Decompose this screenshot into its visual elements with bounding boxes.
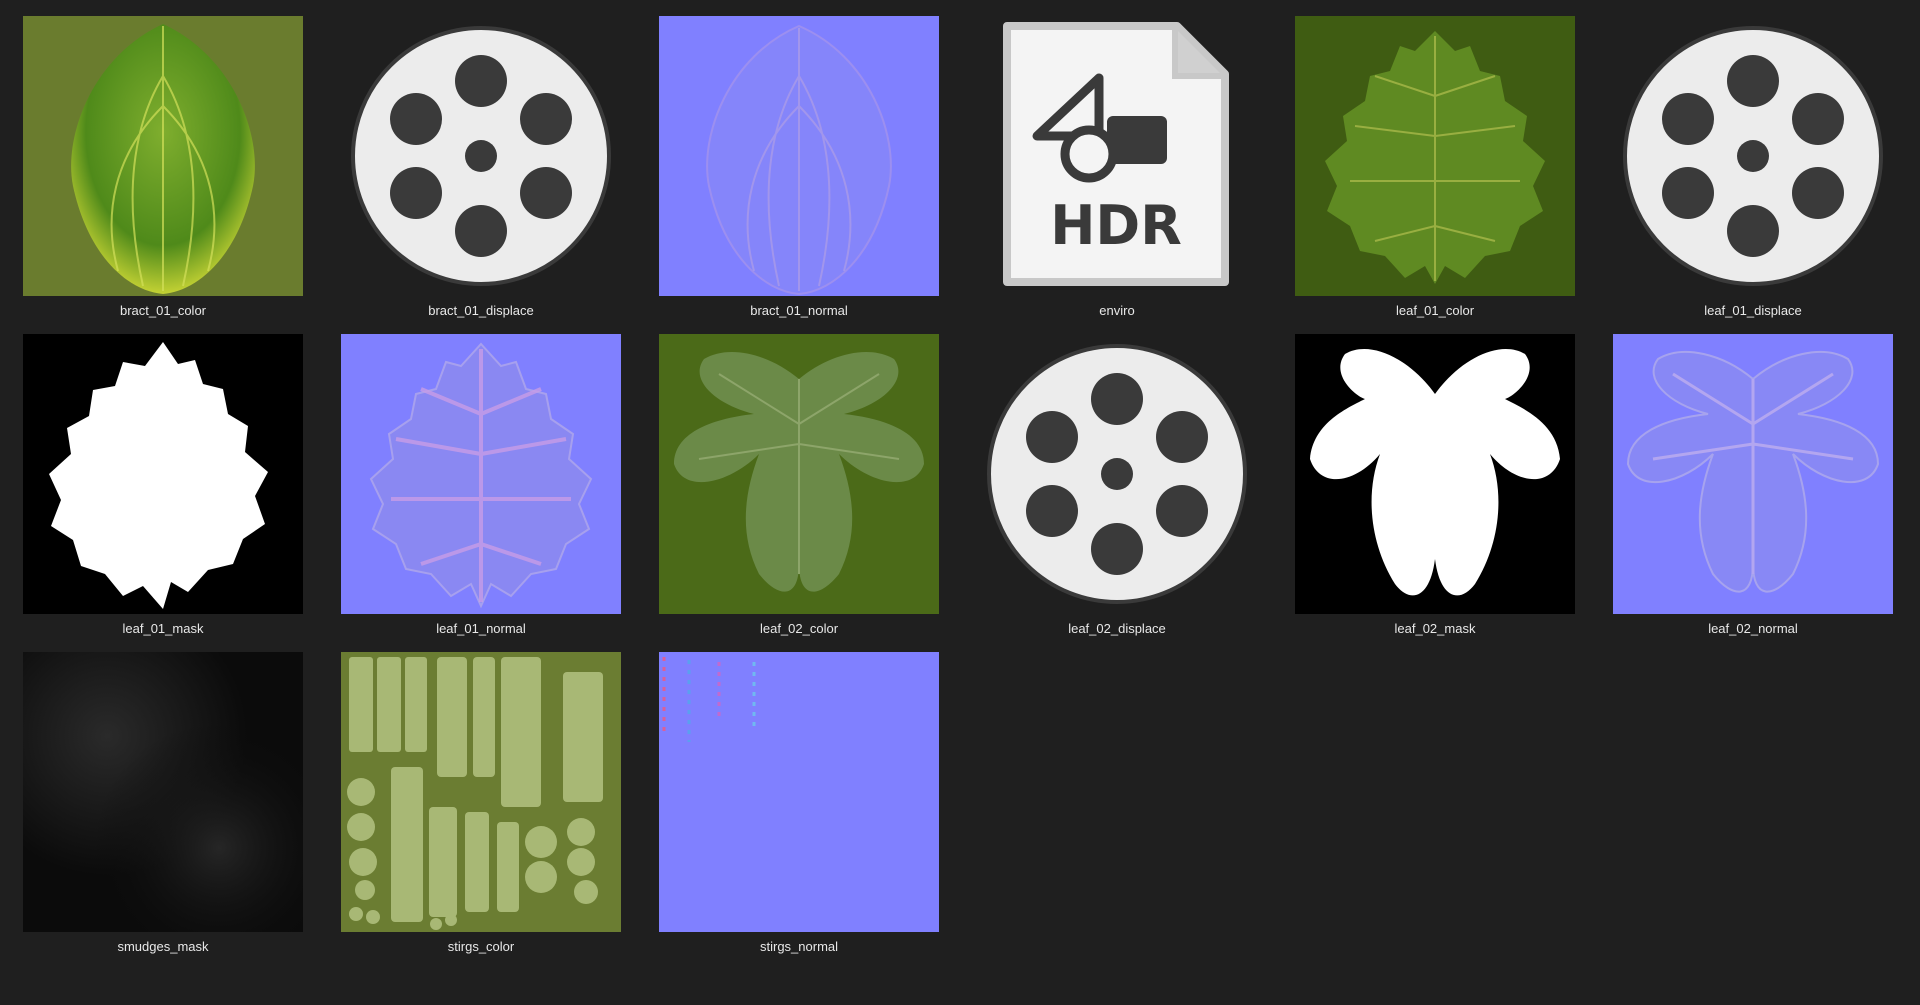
- hdr-file-icon: HDR: [977, 16, 1257, 296]
- file-tile-leaf-01-mask[interactable]: leaf_01_mask: [0, 334, 303, 644]
- video-file-icon: [1613, 16, 1893, 296]
- hdr-badge: HDR: [1050, 194, 1182, 257]
- file-tile-leaf-02-mask[interactable]: leaf_02_mask: [1272, 334, 1575, 644]
- file-name: leaf_01_color: [1395, 303, 1475, 318]
- file-name: stirgs_normal: [759, 939, 839, 954]
- thumbnail-leaf-02-color: [659, 334, 939, 614]
- file-grid: bract_01_color bract_01_displace bract_0…: [0, 0, 1920, 1005]
- file-tile-enviro[interactable]: HDR enviro: [954, 16, 1254, 326]
- thumbnail-stirgs-normal: [659, 652, 939, 932]
- thumbnail-leaf-01-color: [1295, 16, 1575, 296]
- file-tile-leaf-02-color[interactable]: leaf_02_color: [636, 334, 939, 644]
- file-name: leaf_01_mask: [122, 621, 204, 636]
- file-tile-leaf-02-normal[interactable]: leaf_02_normal: [1590, 334, 1893, 644]
- file-tile-bract-01-color[interactable]: bract_01_color: [0, 16, 303, 326]
- file-name: stirgs_color: [447, 939, 515, 954]
- file-name: bract_01_displace: [428, 303, 534, 318]
- thumbnail-bract-01-color: [23, 16, 303, 296]
- thumbnail-leaf-01-mask: [23, 334, 303, 614]
- file-name: leaf_02_normal: [1708, 621, 1798, 636]
- thumbnail-smudges-mask: [23, 652, 303, 932]
- file-tile-smudges-mask[interactable]: smudges_mask: [0, 652, 303, 962]
- file-tile-leaf-01-displace[interactable]: leaf_01_displace: [1590, 16, 1890, 326]
- file-name: leaf_01_displace: [1704, 303, 1802, 318]
- thumbnail-stirgs-color: [341, 652, 621, 932]
- file-tile-leaf-01-color[interactable]: leaf_01_color: [1272, 16, 1575, 326]
- file-tile-stirgs-color[interactable]: stirgs_color: [318, 652, 621, 962]
- file-tile-leaf-01-normal[interactable]: leaf_01_normal: [318, 334, 621, 644]
- file-tile-bract-01-normal[interactable]: bract_01_normal: [636, 16, 939, 326]
- file-name: leaf_02_color: [759, 621, 839, 636]
- file-name: bract_01_normal: [750, 303, 848, 318]
- file-tile-leaf-02-displace[interactable]: leaf_02_displace: [954, 334, 1254, 644]
- file-name: leaf_02_mask: [1394, 621, 1476, 636]
- file-name: smudges_mask: [117, 939, 209, 954]
- file-name: leaf_01_normal: [436, 621, 526, 636]
- file-name: bract_01_color: [120, 303, 206, 318]
- file-tile-stirgs-normal[interactable]: stirgs_normal: [636, 652, 939, 962]
- thumbnail-leaf-01-normal: [341, 334, 621, 614]
- video-file-icon: [977, 334, 1257, 614]
- video-file-icon: [341, 16, 621, 296]
- thumbnail-bract-01-normal: [659, 16, 939, 296]
- file-name: leaf_02_displace: [1068, 621, 1166, 636]
- file-name: enviro: [1099, 303, 1135, 318]
- file-tile-bract-01-displace[interactable]: bract_01_displace: [318, 16, 618, 326]
- thumbnail-leaf-02-normal: [1613, 334, 1893, 614]
- thumbnail-leaf-02-mask: [1295, 334, 1575, 614]
